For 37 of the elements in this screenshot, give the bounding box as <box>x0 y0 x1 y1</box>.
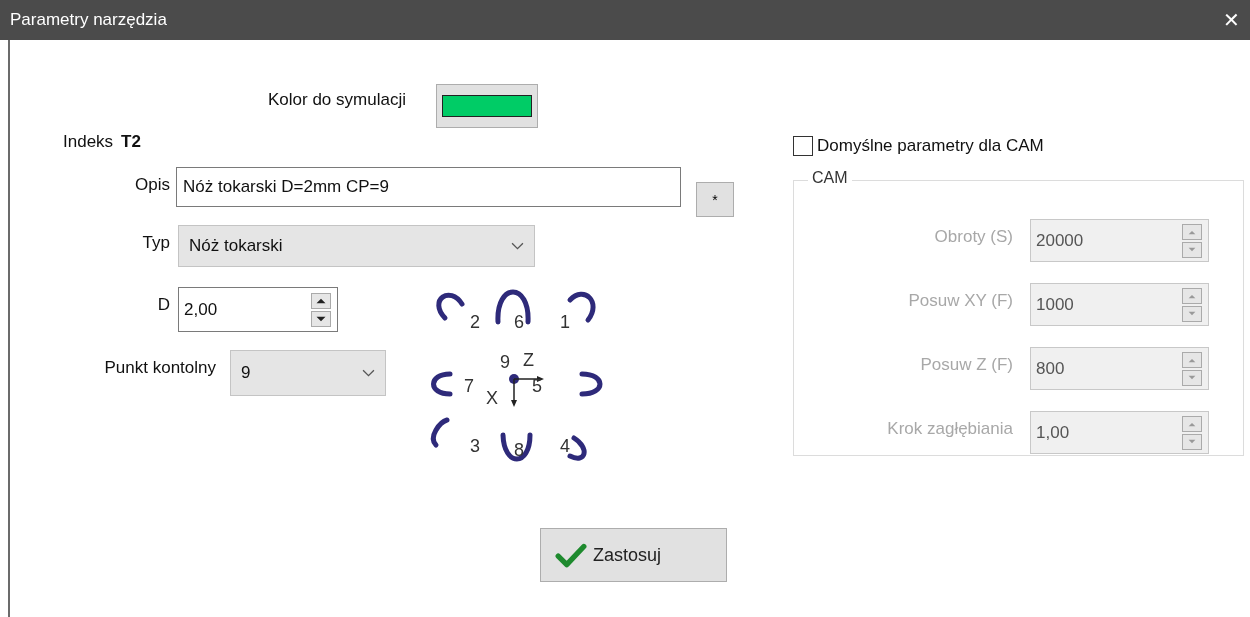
type-label: Typ <box>141 233 170 253</box>
index-value: T2 <box>121 132 141 153</box>
point-label: 2 <box>470 312 480 332</box>
field-label: Krok zagłębiania <box>886 419 1013 439</box>
color-picker-button[interactable] <box>435 84 538 128</box>
field-label: Posuw XY (F) <box>907 291 1013 311</box>
window-title: Parametry narzędzia <box>10 10 167 30</box>
diameter-spinner[interactable]: 2,00 <box>178 287 338 332</box>
color-label: Kolor do symulacji <box>268 90 406 110</box>
control-point-label: Punkt kontolny <box>103 358 216 378</box>
index-label: Indeks <box>63 132 114 153</box>
chevron-icon <box>511 241 524 251</box>
field-label: Posuw Z (F) <box>919 355 1013 375</box>
point-label: 6 <box>514 312 524 332</box>
point-label: 1 <box>560 312 570 332</box>
star-button[interactable]: * <box>696 182 734 217</box>
control-point-dropdown[interactable]: 9 <box>230 350 386 396</box>
close-button[interactable]: ✕ <box>1223 8 1240 32</box>
apply-button[interactable]: Zastosuj <box>540 528 727 582</box>
diameter-label: D <box>156 295 170 315</box>
description-field[interactable]: Nóż tokarski D=2mm CP=9 <box>176 167 681 207</box>
point-label: 8 <box>514 440 524 460</box>
point-label: Z <box>523 350 534 370</box>
point-label: 9 <box>500 352 510 372</box>
checkmark-icon <box>555 542 587 568</box>
point-label: X <box>486 388 498 408</box>
description-label: Opis <box>134 175 170 195</box>
checkbox[interactable] <box>793 136 813 156</box>
point-label: 3 <box>470 436 480 456</box>
checkbox-label: Domyślne parametry dla CAM <box>817 136 1044 156</box>
point-label: 5 <box>532 376 542 396</box>
type-dropdown[interactable]: Nóż tokarski <box>178 225 535 267</box>
field-label: Obroty (S) <box>933 227 1013 247</box>
chevron-icon <box>362 368 375 378</box>
point-label: 4 <box>560 436 570 456</box>
point-label: 7 <box>464 376 474 396</box>
axis-drawing <box>509 374 544 407</box>
